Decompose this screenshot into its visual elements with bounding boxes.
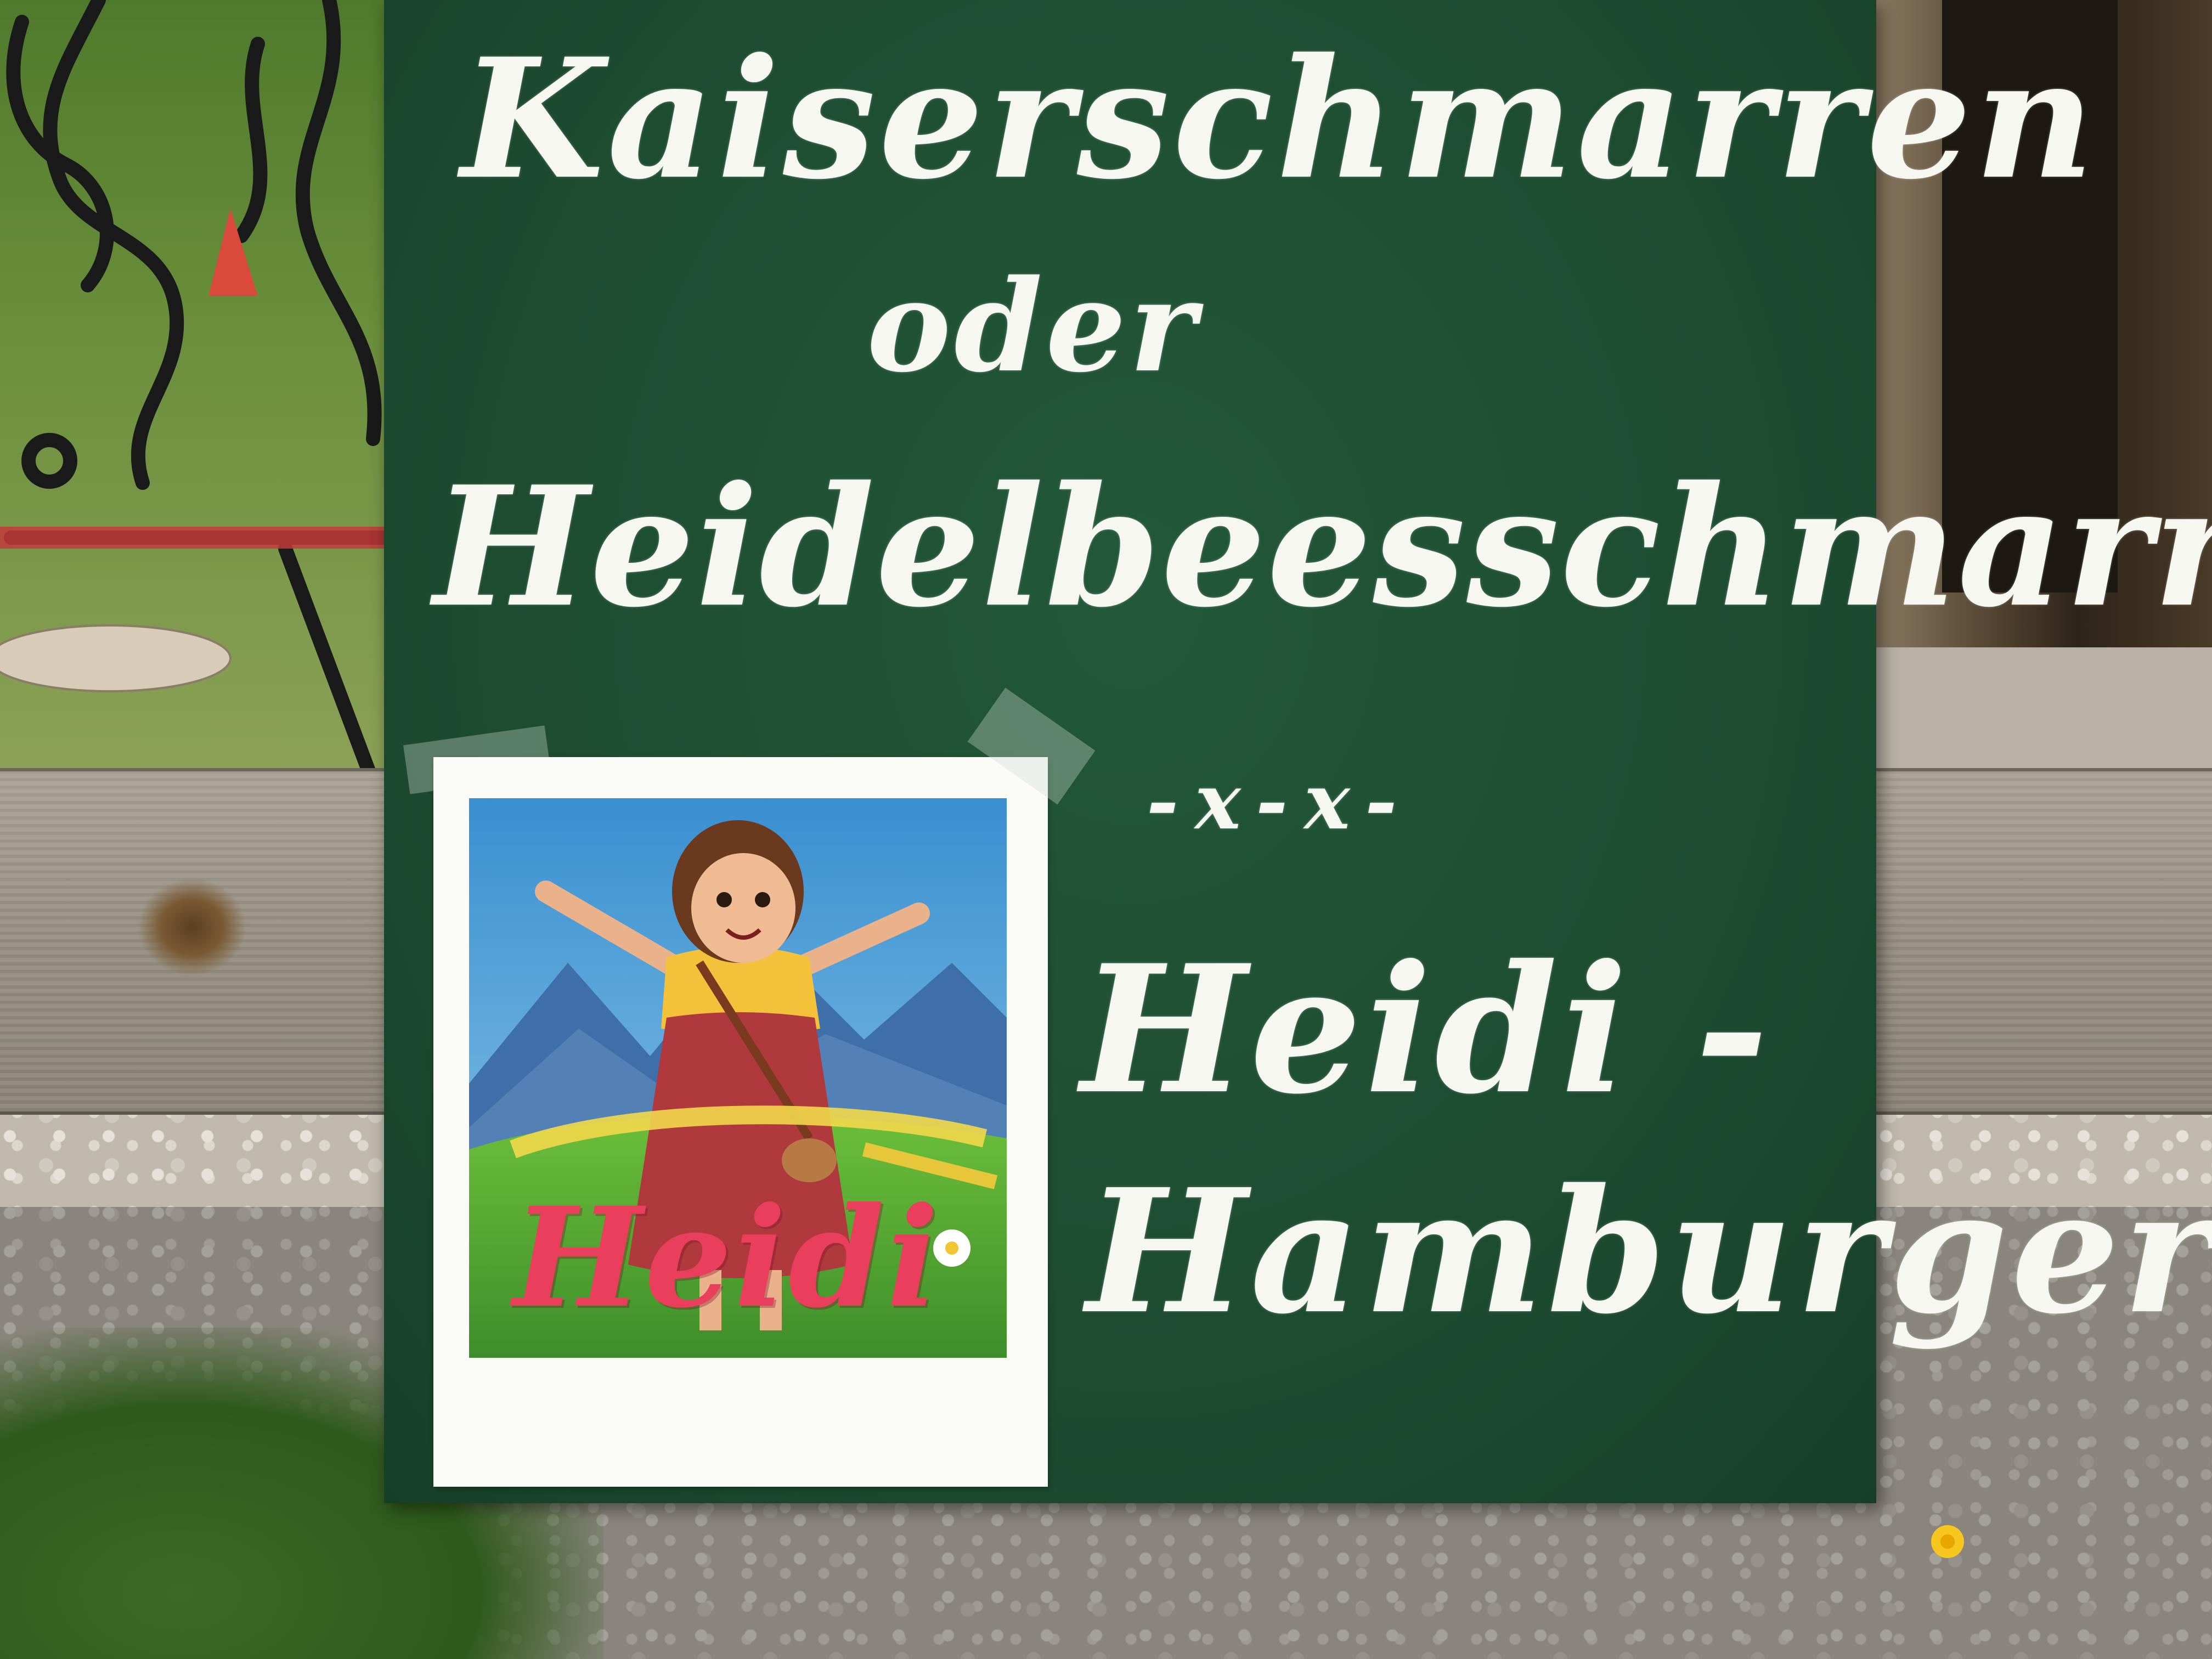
sign-line-hamburger: Hamburger	[1086, 1152, 2212, 1352]
wood-knot	[137, 878, 247, 977]
wrought-iron-gate	[0, 0, 395, 819]
sign-line-oder: oder	[867, 252, 1199, 400]
stone-step	[1865, 647, 2212, 774]
heidi-poster: Heidi	[469, 798, 1007, 1358]
sign-line-heidi: Heidi -	[1081, 927, 1772, 1133]
sign-line-kaiserschmarren: Kaiserschmarren	[461, 22, 2098, 216]
sign-divider: -x-x-	[1147, 757, 1414, 847]
yellow-flower	[1931, 1525, 1964, 1558]
poster-title: Heidi	[512, 1177, 941, 1338]
photo-scene: Kaiserschmarren oder Heidelbeesschmarren…	[0, 0, 2212, 1659]
sign-line-heidelbeesschmarren: Heidelbeesschmarren	[433, 450, 2212, 644]
